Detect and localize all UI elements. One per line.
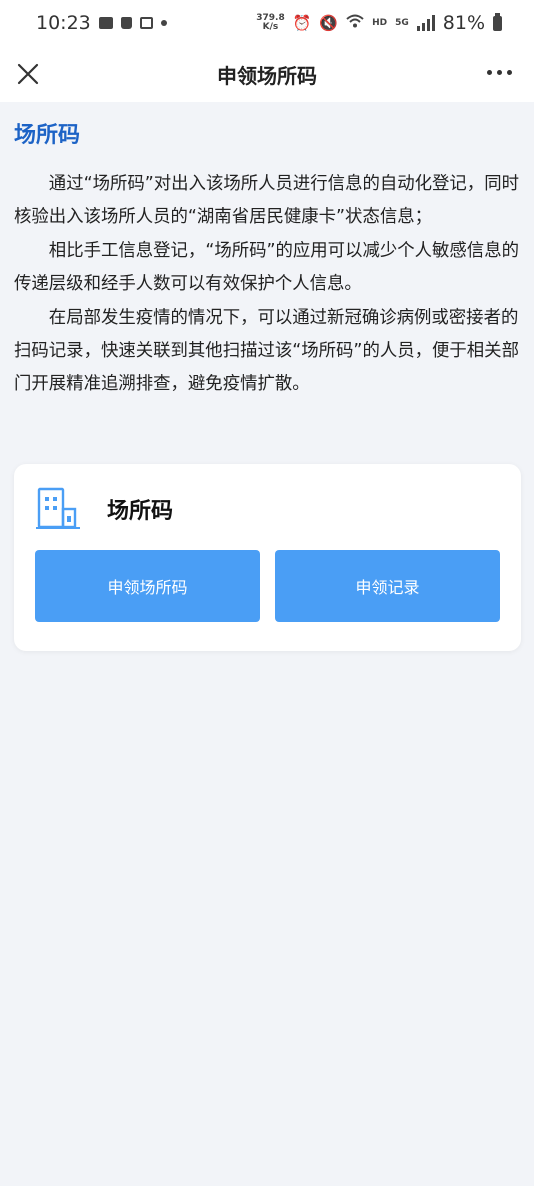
signal-icon <box>416 15 435 31</box>
close-icon[interactable] <box>14 60 42 88</box>
more-dots-icon[interactable] <box>487 70 512 75</box>
alarm-icon: ⏰ <box>292 14 312 32</box>
status-time: 10:23 <box>36 12 91 34</box>
nav-bar: 申领场所码 <box>0 46 534 102</box>
network-type: 5G <box>395 18 409 28</box>
description: 通过“场所码”对出入该场所人员进行信息的自动化登记，同时核验出入该场所人员的“湖… <box>14 168 520 402</box>
wifi-icon <box>346 14 364 32</box>
building-icon <box>36 487 80 529</box>
apply-venue-code-button[interactable]: 申领场所码 <box>35 550 260 622</box>
notification-dot-icon <box>160 20 167 26</box>
mute-icon: 🔇 <box>319 14 339 32</box>
venue-code-card: 场所码 申领场所码 申领记录 <box>14 464 521 651</box>
description-paragraph: 通过“场所码”对出入该场所人员进行信息的自动化登记，同时核验出入该场所人员的“湖… <box>14 174 519 228</box>
gallery-icon <box>98 17 113 29</box>
section-title: 场所码 <box>14 123 81 148</box>
network-label: HD <box>372 18 388 28</box>
net-speed-unit: K/s <box>262 22 279 32</box>
description-paragraph: 在局部发生疫情的情况下，可以通过新冠确诊病例或密接者的扫码记录，快速关联到其他扫… <box>14 307 519 395</box>
card-title: 场所码 <box>107 499 174 524</box>
description-paragraph: 相比手工信息登记，“场所码”的应用可以减少个人敏感信息的传递层级和经手人数可以有… <box>14 240 519 295</box>
net-speed: 379.8 K/s <box>256 14 284 32</box>
battery-icon <box>493 12 502 31</box>
screenshot-icon <box>139 17 153 29</box>
page-title: 申领场所码 <box>217 63 317 88</box>
status-left: 10:23 <box>36 12 167 34</box>
status-right: 379.8 K/s ⏰ 🔇 HD 5G 81% <box>256 12 502 34</box>
battery-percent: 81% <box>442 12 485 34</box>
status-bar: 10:23 379.8 K/s ⏰ 🔇 HD 5G 81% <box>0 0 534 46</box>
apply-record-button[interactable]: 申领记录 <box>275 550 500 622</box>
shopping-bag-icon <box>120 17 132 29</box>
main-content: 场所码 通过“场所码”对出入该场所人员进行信息的自动化登记，同时核验出入该场所人… <box>0 102 534 1186</box>
